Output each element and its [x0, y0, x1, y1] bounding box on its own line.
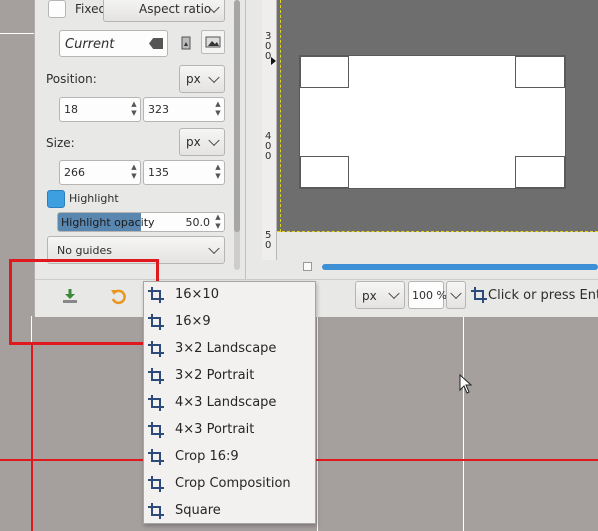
crop-handle-top-left[interactable]: [300, 56, 349, 88]
crop-icon: [148, 368, 164, 384]
spin-arrows-icon[interactable]: ▲ ▼: [130, 163, 138, 183]
aspect-current-field[interactable]: Current: [59, 30, 168, 57]
menu-item-4x3-portrait[interactable]: 4×3 Portrait: [144, 417, 315, 444]
crop-icon: [148, 449, 164, 465]
menu-item-label: 4×3 Portrait: [175, 422, 255, 437]
chevron-down-icon: [208, 242, 220, 255]
zoom-dropdown[interactable]: [446, 281, 466, 309]
menu-item-label: Square: [175, 503, 221, 518]
position-unit-value: px: [186, 72, 201, 86]
crop-icon: [148, 395, 164, 411]
size-h-value: 135: [148, 166, 169, 179]
chevron-down-icon: [208, 134, 220, 147]
crop-icon: [148, 287, 164, 303]
highlight-checkbox[interactable]: [47, 190, 65, 208]
fixed-checkbox[interactable]: [48, 0, 66, 18]
zoom-value: 100 %: [412, 289, 447, 302]
red-guide-line-v: [31, 345, 33, 531]
ruler-mark: 0: [265, 240, 272, 251]
portrait-icon[interactable]: [179, 34, 193, 52]
menu-item-label: 16×10: [175, 287, 219, 302]
panel-separator: [245, 0, 246, 316]
position-x-value: 18: [64, 103, 78, 116]
menu-item-label: Crop Composition: [175, 476, 291, 491]
tool-options-panel: Fixed Aspect ratio Current Position: px …: [35, 0, 241, 278]
landscape-icon[interactable]: [201, 30, 225, 54]
menu-item-crop-16-9[interactable]: Crop 16:9: [144, 444, 315, 471]
crop-icon: [148, 422, 164, 438]
position-y-field[interactable]: 323 ▲ ▼: [143, 97, 225, 122]
size-w-field[interactable]: 266 ▲ ▼: [59, 160, 141, 185]
menu-item-4x3-landscape[interactable]: 4×3 Landscape: [144, 390, 315, 417]
menu-item-label: 3×2 Portrait: [175, 368, 255, 383]
horizontal-scrollbar[interactable]: [322, 264, 598, 270]
position-y-value: 323: [148, 103, 169, 116]
menu-item-crop-composition[interactable]: Crop Composition: [144, 471, 315, 498]
zoom-field[interactable]: 100 %: [408, 281, 447, 309]
crop-handle-bottom-right[interactable]: [515, 156, 565, 188]
crop-handle-top-right[interactable]: [515, 56, 565, 88]
size-unit-dropdown[interactable]: px: [179, 128, 225, 156]
tool-options-scrollbar[interactable]: [234, 0, 240, 270]
crop-icon: [148, 503, 164, 519]
unit-dropdown[interactable]: px: [355, 281, 405, 309]
quick-mask-toggle[interactable]: [303, 262, 312, 271]
highlight-label: Highlight: [69, 192, 119, 205]
guides-value: No guides: [57, 244, 112, 257]
menu-item-label: 4×3 Landscape: [175, 395, 277, 410]
vertical-ruler: 3 0 0 4 0 0 5 0: [262, 0, 277, 260]
guide-line-v3: [463, 316, 464, 531]
status-message: Click or press Ente: [488, 288, 598, 303]
image-canvas[interactable]: [277, 0, 598, 232]
crop-tool-icon: [471, 287, 487, 303]
crop-icon: [148, 341, 164, 357]
unit-value: px: [362, 289, 377, 303]
fixed-mode-value: Aspect ratio: [139, 2, 212, 16]
crop-icon: [148, 314, 164, 330]
chevron-down-icon: [208, 71, 220, 84]
spin-arrows-icon[interactable]: ▲ ▼: [214, 213, 222, 231]
menu-item-label: 3×2 Landscape: [175, 341, 277, 356]
fixed-mode-dropdown[interactable]: Aspect ratio: [103, 0, 225, 22]
spin-arrows-icon[interactable]: ▲ ▼: [214, 100, 222, 120]
clear-icon[interactable]: [149, 38, 163, 49]
guide-line-h1: [0, 33, 34, 34]
crop-presets-menu: 16×10 16×9 3×2 Landscape 3×2 Portrait 4×…: [143, 281, 316, 524]
highlight-opacity-slider[interactable]: Highlight opacity 50.0 ▲ ▼: [57, 212, 225, 232]
size-unit-value: px: [186, 135, 201, 149]
menu-item-label: Crop 16:9: [175, 449, 239, 464]
crop-icon: [148, 476, 164, 492]
spin-arrows-icon[interactable]: ▲ ▼: [214, 163, 222, 183]
aspect-current-value: Current: [65, 37, 115, 52]
mouse-cursor-icon: [459, 373, 473, 394]
highlight-opacity-value: 50.0: [185, 216, 211, 229]
canvas-boundary: [277, 231, 598, 232]
menu-item-16x9[interactable]: 16×9: [144, 309, 315, 336]
menu-item-3x2-portrait[interactable]: 3×2 Portrait: [144, 363, 315, 390]
ruler-mark: 0: [265, 151, 272, 162]
spin-arrows-icon[interactable]: ▲ ▼: [130, 100, 138, 120]
position-unit-dropdown[interactable]: px: [179, 65, 225, 93]
size-label: Size:: [46, 136, 75, 150]
chevron-down-icon: [388, 287, 400, 300]
crop-handle-bottom-left[interactable]: [300, 156, 349, 188]
annotation-highlight-box: [9, 259, 159, 345]
ruler-pointer-icon: [271, 57, 276, 65]
highlight-opacity-label: Highlight opacity: [61, 216, 155, 229]
menu-item-square[interactable]: Square: [144, 498, 315, 525]
menu-item-label: 16×9: [175, 314, 211, 329]
size-h-field[interactable]: 135 ▲ ▼: [143, 160, 225, 185]
size-w-value: 266: [64, 166, 85, 179]
position-x-field[interactable]: 18 ▲ ▼: [59, 97, 141, 122]
position-label: Position:: [46, 72, 97, 86]
menu-item-3x2-landscape[interactable]: 3×2 Landscape: [144, 336, 315, 363]
scrollbar-thumb[interactable]: [234, 0, 240, 232]
canvas-boundary: [280, 0, 281, 232]
chevron-down-icon: [450, 287, 462, 300]
menu-item-16x10[interactable]: 16×10: [144, 282, 315, 309]
fixed-label: Fixed: [75, 2, 107, 16]
guide-line-v2: [317, 316, 318, 531]
